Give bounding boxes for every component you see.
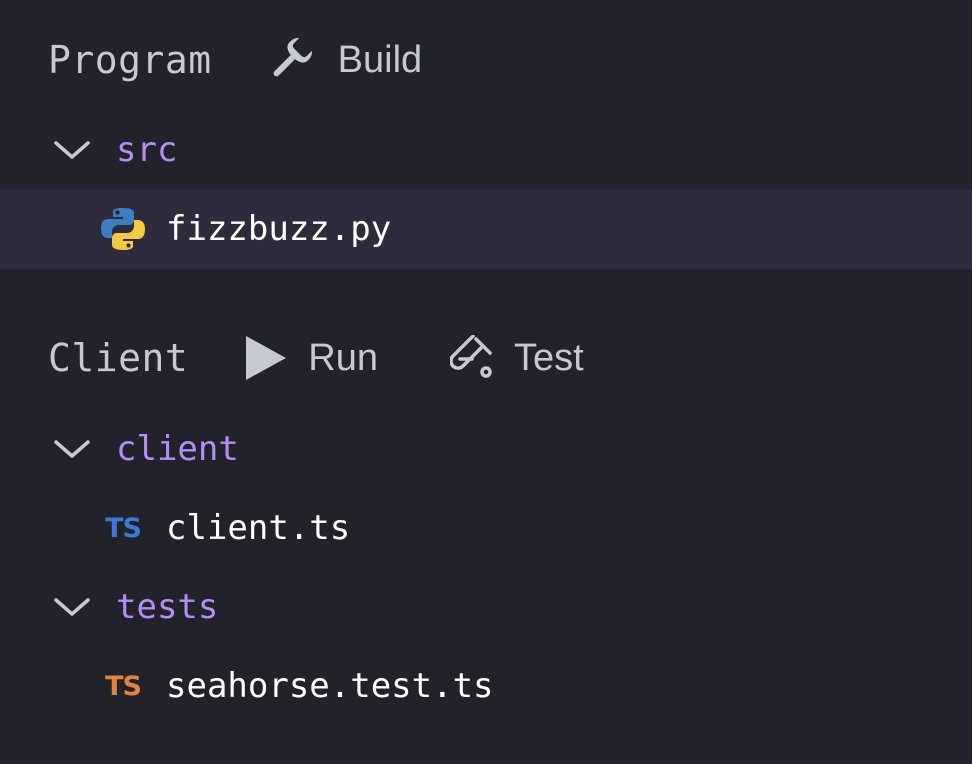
folder-label: client bbox=[116, 429, 239, 469]
folder-label: src bbox=[116, 130, 178, 170]
folder-row-client[interactable]: client bbox=[0, 414, 972, 484]
chevron-down-icon[interactable] bbox=[50, 427, 94, 471]
file-label: fizzbuzz.py bbox=[166, 209, 392, 249]
ts-badge: TS bbox=[105, 670, 142, 702]
ts-badge: TS bbox=[105, 512, 142, 544]
section-title: Program bbox=[48, 38, 212, 82]
file-row-fizzbuzz[interactable]: fizzbuzz.py bbox=[0, 189, 972, 269]
folder-label: tests bbox=[116, 587, 219, 627]
run-button[interactable]: Run bbox=[244, 334, 378, 382]
chevron-down-icon[interactable] bbox=[50, 585, 94, 629]
python-icon bbox=[100, 206, 146, 252]
build-label: Build bbox=[337, 38, 423, 81]
section-title: Client bbox=[48, 336, 189, 380]
ts-icon: TS bbox=[100, 663, 146, 709]
build-button[interactable]: Build bbox=[266, 36, 423, 84]
file-label: seahorse.test.ts bbox=[166, 666, 494, 706]
ts-icon: TS bbox=[100, 505, 146, 551]
folder-row-tests[interactable]: tests bbox=[0, 572, 972, 642]
test-tube-icon bbox=[450, 335, 496, 381]
section-header-program: Program Build bbox=[0, 20, 972, 100]
section-header-client: Client Run Test bbox=[0, 318, 972, 398]
wrench-icon bbox=[266, 36, 314, 84]
test-button[interactable]: Test bbox=[450, 335, 584, 381]
test-label: Test bbox=[514, 336, 584, 379]
play-icon bbox=[244, 334, 288, 382]
file-row-client-ts[interactable]: TS client.ts bbox=[0, 488, 972, 568]
run-label: Run bbox=[308, 336, 378, 379]
file-row-seahorse-test[interactable]: TS seahorse.test.ts bbox=[0, 646, 972, 726]
chevron-down-icon[interactable] bbox=[50, 128, 94, 172]
file-label: client.ts bbox=[166, 508, 351, 548]
folder-row-src[interactable]: src bbox=[0, 115, 972, 185]
